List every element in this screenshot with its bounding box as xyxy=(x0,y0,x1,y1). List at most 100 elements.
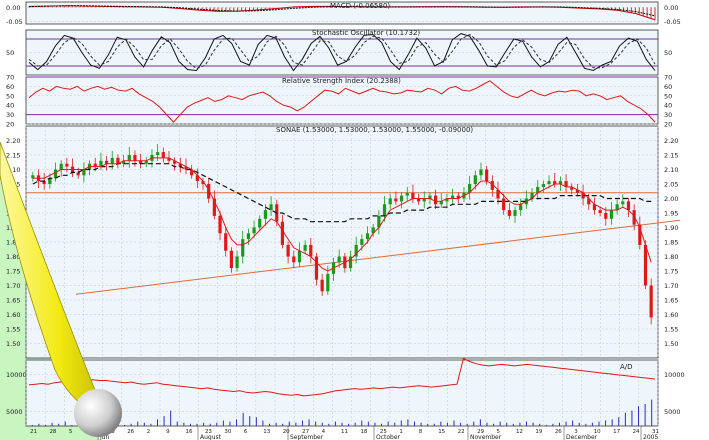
macd-title: MACD (-0.06580) xyxy=(330,2,390,10)
price-tick-right: 1.95 xyxy=(664,210,678,218)
price-candle-body xyxy=(263,210,268,219)
price-candle-body xyxy=(405,192,409,196)
price-candle-body xyxy=(621,201,625,205)
price-tick-right: 2.10 xyxy=(664,166,678,174)
rsi-tick-left: 60 xyxy=(6,83,14,91)
axis-day-label: 11 xyxy=(341,429,348,435)
axis-month-label: November xyxy=(470,434,502,440)
price-candle-body xyxy=(218,215,222,234)
axis-day-label: 13 xyxy=(263,429,270,435)
axis-month-label: September xyxy=(290,434,324,440)
axis-day-label: 15 xyxy=(438,429,445,435)
price-candle-body xyxy=(326,273,330,292)
price-candle-body xyxy=(110,157,114,164)
price-tick-left: 1.65 xyxy=(6,297,20,305)
price-candle-body xyxy=(604,213,608,219)
price-tick-left: 1.60 xyxy=(6,311,20,319)
price-candle-body xyxy=(156,152,160,155)
price-candle-body xyxy=(513,210,517,216)
stochastic-title: Stochastic Oscillator (10.1732) xyxy=(312,29,420,37)
axis-month-label: December xyxy=(566,434,598,440)
axis-day-label: 26 xyxy=(555,429,562,435)
price-tick-left: 1.55 xyxy=(6,326,20,334)
price-candle-body xyxy=(479,169,483,176)
rsi-tick-right: 60 xyxy=(664,83,672,91)
price-candle-body xyxy=(297,250,302,263)
axis-day-label: 5 xyxy=(69,429,73,435)
stochastic-tick-left: 50 xyxy=(6,49,14,57)
price-candle-body xyxy=(547,181,551,184)
rsi-title: Relative Strength Index (20.2388) xyxy=(282,77,401,85)
price-tick-right: 1.90 xyxy=(664,224,678,232)
price-candle-body xyxy=(53,169,58,179)
ad-label: A/D xyxy=(620,363,633,371)
price-tick-right: 1.60 xyxy=(664,311,678,319)
stochastic-tick-right: 50 xyxy=(664,49,672,57)
price-candle-body xyxy=(502,198,506,211)
price-candle-body xyxy=(252,227,256,234)
macd-tick-left: -0.05 xyxy=(6,18,23,26)
price-candle-body xyxy=(280,221,285,245)
rsi-tick-left: 20 xyxy=(6,121,14,129)
price-candle-body xyxy=(303,244,307,251)
chart-canvas: 0.00 0.00-0.05 -0.05 50 50 70 7060 6050 5040 40… xyxy=(0,1,685,440)
axis-month-label: October xyxy=(376,434,401,440)
price-candle-body xyxy=(286,244,290,257)
price-tick-right: 1.80 xyxy=(664,253,678,261)
rsi-tick-right: 30 xyxy=(664,111,672,119)
axis-day-label: 8 xyxy=(419,429,423,435)
rsi-tick-right: 40 xyxy=(664,102,672,110)
axis-day-label: 18 xyxy=(360,429,367,435)
price-candle-body xyxy=(399,195,404,202)
price-candle-body xyxy=(598,210,602,213)
date-axis: 2128512192629162330613202741118251815222… xyxy=(30,426,659,440)
price-candle-body xyxy=(229,250,233,269)
price-candle-body xyxy=(473,175,477,184)
price-candle-body xyxy=(337,256,341,263)
price-candle-body xyxy=(388,198,392,205)
price-tick-left: 2.15 xyxy=(6,152,20,160)
price-candle-body xyxy=(411,192,415,199)
price-tick-right: 2.00 xyxy=(664,195,678,203)
price-candle-body xyxy=(626,201,631,211)
price-tick-right: 1.85 xyxy=(664,239,678,247)
price-candle-body xyxy=(643,244,648,286)
price-candle-body xyxy=(133,155,137,161)
axis-day-label: 9 xyxy=(166,429,170,435)
price-tick-right: 2.05 xyxy=(664,181,678,189)
price-candle-body xyxy=(314,256,319,280)
price-tick-left: 1.75 xyxy=(6,268,20,276)
price-candle-body xyxy=(309,244,313,257)
price-candle-body xyxy=(609,210,614,219)
axis-month-label: August xyxy=(200,434,222,440)
price-tick-right: 2.20 xyxy=(664,137,678,145)
axis-day-label: 2 xyxy=(147,429,151,435)
rsi-tick-left: 40 xyxy=(6,102,14,110)
price-tick-left: 1.70 xyxy=(6,282,20,290)
axis-day-label: 26 xyxy=(127,429,134,435)
price-candle-body xyxy=(365,233,370,240)
price-tick-right: 1.50 xyxy=(664,340,678,348)
price-candle-body xyxy=(246,233,250,240)
page-curl-ball-icon xyxy=(74,389,122,437)
price-candle-body xyxy=(320,279,324,292)
accumulation-tick-left: 5000 xyxy=(6,408,23,416)
price-candle-body xyxy=(485,169,489,182)
axis-day-label: 19 xyxy=(535,429,542,435)
price-panel: 2.202.202.152.152.102.102.052.052.002.00… xyxy=(6,125,681,359)
price-candle-body xyxy=(161,152,165,158)
price-candle-body xyxy=(507,210,511,216)
price-candle-body xyxy=(82,169,86,176)
price-candle-body xyxy=(59,163,63,170)
price-candle-body xyxy=(241,239,245,257)
price-tick-left: 2.20 xyxy=(6,137,20,145)
rsi-tick-left: 50 xyxy=(6,92,14,100)
price-tick-left: 1.50 xyxy=(6,340,20,348)
accumulation-tick-right: 5000 xyxy=(664,408,681,416)
price-candle-body xyxy=(434,195,438,205)
price-candle-body xyxy=(360,239,364,245)
rsi-tick-right: 50 xyxy=(664,92,672,100)
accumulation-tick-left: 10000 xyxy=(6,371,27,379)
rsi-tick-right: 70 xyxy=(664,74,672,82)
macd-tick-left: 0.00 xyxy=(6,4,20,12)
